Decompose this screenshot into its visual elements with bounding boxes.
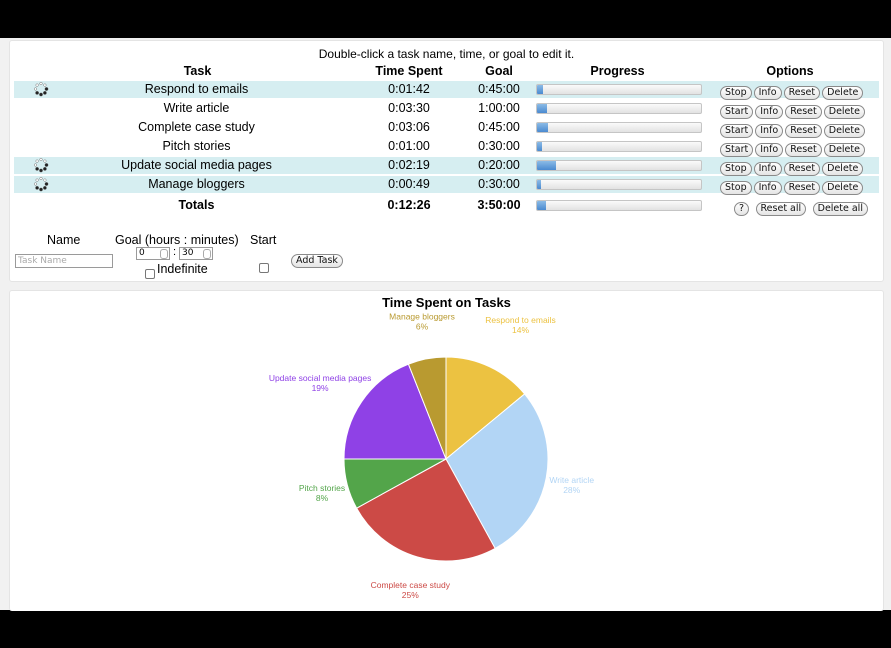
info-button[interactable]: Info xyxy=(753,86,782,100)
totals-row: Totals 0:12:26 3:50:00 ? Reset all Delet… xyxy=(14,197,879,216)
edit-hint: Double-click a task name, time, or goal … xyxy=(318,47,575,61)
progress-fill xyxy=(537,180,542,189)
reset-button[interactable]: Reset xyxy=(783,86,821,100)
slice-label: Complete case study xyxy=(371,580,451,590)
info-button[interactable]: Info xyxy=(755,143,784,157)
totals-label: Totals xyxy=(178,198,215,212)
time-separator: : xyxy=(173,246,177,258)
info-button[interactable]: Info xyxy=(753,162,782,176)
reset-button[interactable]: Reset xyxy=(785,105,822,119)
col-options-header: Options xyxy=(766,64,814,78)
info-button[interactable]: Info xyxy=(755,105,784,119)
start-checkbox[interactable] xyxy=(259,263,269,273)
task-name[interactable]: Pitch stories xyxy=(14,139,379,154)
task-progress-bar xyxy=(536,141,702,152)
name-label: Name xyxy=(47,233,81,247)
task-progress-bar xyxy=(536,179,702,190)
slice-percent: 14% xyxy=(512,325,529,335)
hours-value: 0 xyxy=(139,248,145,258)
col-progress-header: Progress xyxy=(590,64,645,78)
reset-button[interactable]: Reset xyxy=(783,162,821,176)
info-button[interactable]: Info xyxy=(755,124,784,138)
task-name-input[interactable]: Task Name xyxy=(15,254,113,268)
delete-button[interactable]: Delete xyxy=(822,181,864,195)
slice-label: Write article xyxy=(549,475,594,485)
reset-button[interactable]: Reset xyxy=(785,143,822,157)
delete-button[interactable]: Delete xyxy=(823,105,865,119)
totals-progress-bar xyxy=(536,200,702,211)
task-panel: Double-click a task name, time, or goal … xyxy=(9,40,884,282)
page: Double-click a task name, time, or goal … xyxy=(0,38,891,611)
task-row: Complete case study 0:03:06 0:45:00 Start In… xyxy=(14,119,879,138)
reset-button[interactable]: Reset xyxy=(783,181,821,195)
help-button[interactable]: ? xyxy=(734,202,750,216)
reset-all-button[interactable]: Reset all xyxy=(755,202,807,216)
minutes-value: 30 xyxy=(182,248,194,258)
minutes-stepper[interactable] xyxy=(203,249,211,259)
progress-fill xyxy=(537,85,544,94)
start-button[interactable]: Start xyxy=(720,105,754,119)
col-task-header: Task xyxy=(183,64,212,78)
start-button[interactable]: Start xyxy=(720,143,754,157)
slice-percent: 28% xyxy=(563,485,580,495)
slice-percent: 8% xyxy=(316,493,329,503)
delete-button[interactable]: Delete xyxy=(822,162,864,176)
task-name[interactable]: Write article xyxy=(14,101,379,116)
task-row: Write article 0:03:30 1:00:00 Start Info Rese… xyxy=(14,100,879,119)
indefinite-label: Indefinite xyxy=(157,262,208,276)
delete-all-button[interactable]: Delete all xyxy=(812,202,868,216)
task-row: Pitch stories 0:01:00 0:30:00 Start Info Rese… xyxy=(14,138,879,157)
slice-percent: 19% xyxy=(312,383,329,393)
start-label: Start xyxy=(250,233,277,247)
slice-label: Update social media pages xyxy=(269,373,372,383)
task-progress-bar xyxy=(536,84,702,95)
stop-button[interactable]: Stop xyxy=(720,86,752,100)
delete-button[interactable]: Delete xyxy=(823,124,865,138)
progress-fill xyxy=(537,142,543,151)
hours-input[interactable]: 0 xyxy=(136,247,170,260)
task-row: Manage bloggers 0:00:49 0:30:00 Stop Info Res… xyxy=(14,176,879,195)
task-row: Respond to emails 0:01:42 0:45:00 Stop Info R… xyxy=(14,81,879,100)
task-progress-bar xyxy=(536,103,702,114)
slice-label: Respond to emails xyxy=(485,315,555,325)
delete-button[interactable]: Delete xyxy=(823,143,865,157)
slice-percent: 6% xyxy=(416,321,429,331)
stop-button[interactable]: Stop xyxy=(720,162,752,176)
pie-chart: Respond to emails14% Write article28% Comp… xyxy=(269,311,594,600)
task-progress-bar xyxy=(536,160,702,171)
info-button[interactable]: Info xyxy=(753,181,782,195)
progress-fill xyxy=(537,123,549,132)
slice-label: Pitch stories xyxy=(299,483,345,493)
hours-stepper[interactable] xyxy=(160,249,168,259)
chart-panel: Time Spent on Tasks Respond to emails 14%… xyxy=(9,290,884,611)
task-name[interactable]: Respond to emails xyxy=(14,82,379,97)
stop-button[interactable]: Stop xyxy=(720,181,752,195)
indefinite-checkbox[interactable] xyxy=(145,269,155,279)
minutes-input[interactable]: 30 xyxy=(179,247,213,260)
add-task-button[interactable]: Add Task xyxy=(291,254,343,268)
goal-label: Goal (hours : minutes) xyxy=(115,233,239,247)
col-goal-header: Goal xyxy=(485,64,513,78)
task-progress-bar xyxy=(536,122,702,133)
slice-percent: 25% xyxy=(402,590,419,600)
progress-fill xyxy=(537,104,547,113)
progress-fill xyxy=(537,161,557,170)
start-button[interactable]: Start xyxy=(720,124,754,138)
task-name[interactable]: Complete case study xyxy=(14,120,379,135)
slice-label: Manage bloggers xyxy=(389,311,455,321)
delete-button[interactable]: Delete xyxy=(822,86,864,100)
progress-fill xyxy=(537,201,546,210)
task-name[interactable]: Manage bloggers xyxy=(14,177,379,192)
reset-button[interactable]: Reset xyxy=(785,124,822,138)
task-row: Update social media pages 0:02:19 0:20:00 S… xyxy=(14,157,879,176)
task-name[interactable]: Update social media pages xyxy=(14,158,379,173)
